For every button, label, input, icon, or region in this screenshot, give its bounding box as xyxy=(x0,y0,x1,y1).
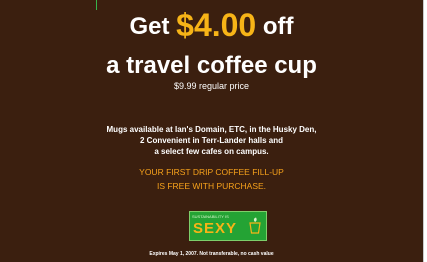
discount-amount: $4.00 xyxy=(176,7,257,43)
logo-tagline: SUSTAINABILITY IS xyxy=(192,214,229,219)
availability-line: Mugs available at Ian's Domain, ETC, in … xyxy=(106,125,317,134)
expiration-text: Expires May 1, 2007. Not transferable, n… xyxy=(149,251,274,257)
headline-prefix: Get xyxy=(129,13,177,40)
coupon-headline: Get $4.00 off xyxy=(0,8,423,44)
headline-suffix: off xyxy=(256,13,294,40)
regular-price: $9.99 regular price xyxy=(173,81,250,91)
availability-line: a select few cafes on campus. xyxy=(154,147,269,156)
promo-line: IS FREE WITH PURCHASE. xyxy=(156,181,267,191)
cut-mark xyxy=(96,0,97,10)
availability-text: Mugs available at Ian's Domain, ETC, in … xyxy=(0,124,423,157)
cup-icon xyxy=(249,217,261,234)
availability-line: 2 Convenient in Terr-Lander halls and xyxy=(140,136,283,145)
logo-word: SEXY xyxy=(193,220,238,237)
promo-line: YOUR FIRST DRIP COFFEE FILL-UP xyxy=(139,167,284,177)
page-edge xyxy=(423,0,427,262)
coupon: Get $4.00 off a travel coffee cup $9.99 … xyxy=(0,0,423,262)
sustainability-logo: SUSTAINABILITY IS SEXY xyxy=(189,211,267,241)
coupon-subhead: a travel coffee cup xyxy=(106,52,317,79)
promo-text: YOUR FIRST DRIP COFFEE FILL-UP IS FREE W… xyxy=(0,165,423,193)
